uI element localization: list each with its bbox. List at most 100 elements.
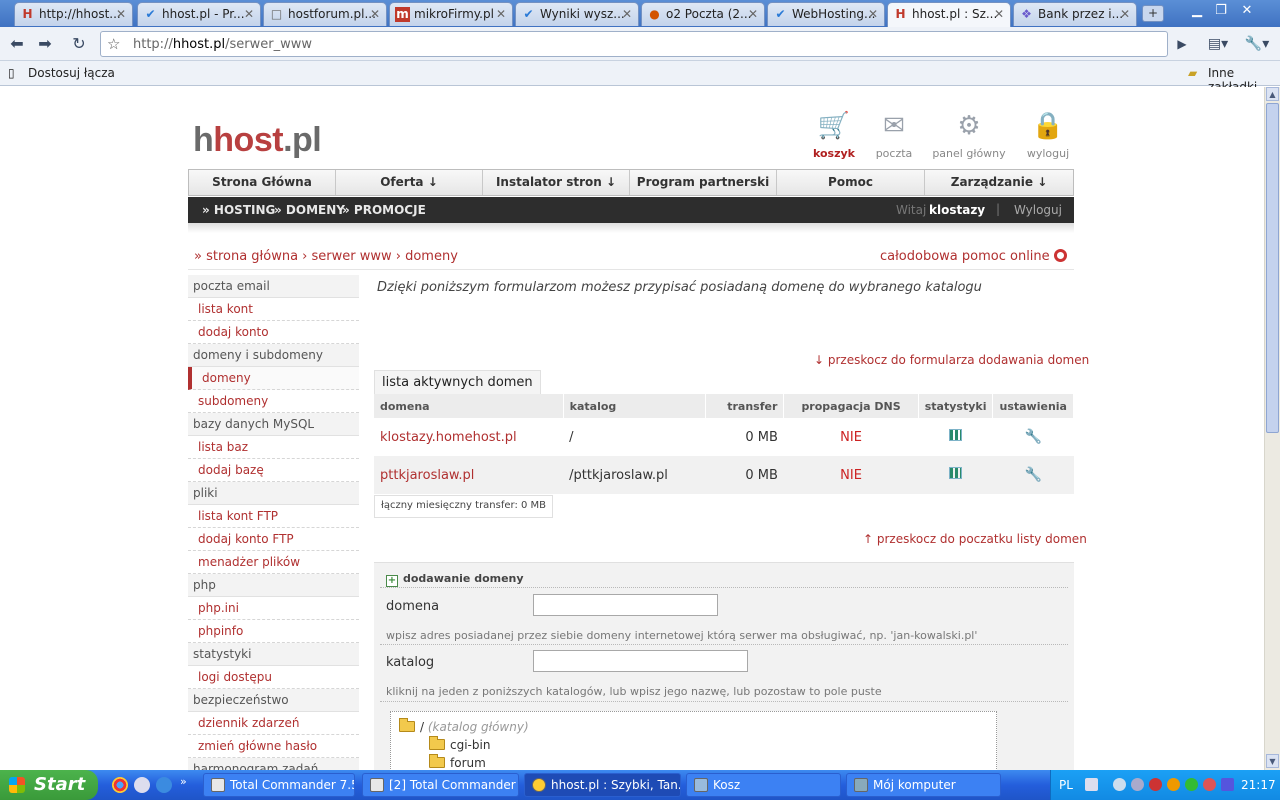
sidebar-item-phpinfo[interactable]: phpinfo <box>188 620 359 643</box>
nav-offer[interactable]: Oferta ↓ <box>336 170 483 195</box>
close-tab-icon[interactable]: ✕ <box>748 3 758 25</box>
more-quicklaunch-icon[interactable]: » <box>180 775 190 791</box>
taskbar-item-active[interactable]: hhost.pl : Szybki, Tan... <box>524 773 681 797</box>
mail-button[interactable]: ✉ poczta <box>859 109 929 160</box>
sidebar-item-add-ftp[interactable]: dodaj konto FTP <box>188 528 359 551</box>
taskbar-item[interactable]: Mój komputer <box>846 773 1001 797</box>
address-bar[interactable]: ☆ http://hhost.pl/serwer_www <box>100 31 1168 57</box>
tab-3[interactable]: □ hostforum.pl... ✕ <box>263 2 387 26</box>
sidebar-item-add-account[interactable]: dodaj konto <box>188 321 359 344</box>
close-window-icon[interactable]: ✕ <box>1236 2 1258 20</box>
tray-app-icon[interactable] <box>1221 778 1234 791</box>
taskbar-item[interactable]: Total Commander 7.5... <box>203 773 355 797</box>
close-tab-icon[interactable]: ✕ <box>622 3 632 25</box>
close-tab-icon[interactable]: ✕ <box>370 3 380 25</box>
scroll-thumb[interactable] <box>1266 103 1279 433</box>
tab-1[interactable]: Hhttp://hhost... ✕ <box>14 2 133 26</box>
tab-8-active[interactable]: Hhhost.pl : Sz... ✕ <box>887 2 1011 27</box>
tray-expand-icon[interactable] <box>1113 778 1126 791</box>
nav-partner[interactable]: Program partnerski <box>630 170 777 195</box>
nav-help[interactable]: Pomoc <box>777 170 925 195</box>
sidebar-item-ftp-list[interactable]: lista kont FTP <box>188 505 359 528</box>
tab-5[interactable]: ✔ Wyniki wysz... ✕ <box>515 2 639 26</box>
nav-manage[interactable]: Zarządzanie ↓ <box>925 170 1073 195</box>
page-menu-icon[interactable]: ▤▾ <box>1204 34 1232 56</box>
bookmarks-bar: ▯ Dostosuj łącza ▰ Inne zakładki <box>0 61 1280 94</box>
tray-app-icon[interactable] <box>1167 778 1180 791</box>
skip-to-top-link[interactable]: ↑ przeskocz do poczatku listy domen <box>863 532 1087 546</box>
taskbar-item[interactable]: Kosz <box>686 773 841 797</box>
page-scrollbar[interactable]: ▲ ▼ <box>1264 87 1280 770</box>
sidebar-item-account-list[interactable]: lista kont <box>188 298 359 321</box>
go-icon[interactable]: ▶ <box>1171 34 1193 56</box>
close-tab-icon[interactable]: ✕ <box>994 3 1004 25</box>
sidebar-item-subdomains[interactable]: subdomeny <box>188 390 359 413</box>
domain-link[interactable]: klostazy.homehost.pl <box>374 418 564 456</box>
tab-6[interactable]: ● o2 Poczta (2... ✕ <box>641 2 765 26</box>
tree-root[interactable]: / (katalog główny) <box>399 718 529 734</box>
sidebar-item-domains[interactable]: domeny <box>188 367 359 390</box>
close-tab-icon[interactable]: ✕ <box>244 3 254 25</box>
tab-2[interactable]: ✔ hhost.pl - Pr... ✕ <box>137 2 261 26</box>
domain-link[interactable]: pttkjaroslaw.pl <box>374 456 564 494</box>
customize-links[interactable]: Dostosuj łącza <box>28 66 115 80</box>
subnav-domains[interactable]: » DOMENY <box>274 203 345 217</box>
network-icon[interactable] <box>1131 778 1144 791</box>
sidebar-item-change-password[interactable]: zmień główne hasło <box>188 735 359 758</box>
new-tab-button[interactable]: + <box>1142 5 1164 22</box>
settings-wrench-icon[interactable]: 🔧 <box>1025 467 1042 483</box>
main-panel-button[interactable]: ⚙ panel główny <box>929 109 1009 160</box>
taskbar-item[interactable]: [2] Total Commander ... <box>362 773 519 797</box>
forward-icon[interactable]: ➡ <box>34 34 56 56</box>
keyboard-icon[interactable] <box>1085 778 1098 791</box>
start-button[interactable]: Start <box>0 770 98 800</box>
sidebar-item-file-manager[interactable]: menadżer plików <box>188 551 359 574</box>
back-icon[interactable]: ⬅ <box>6 34 28 56</box>
breadcrumb[interactable]: » strona główna › serwer www › domeny <box>194 249 458 264</box>
close-tab-icon[interactable]: ✕ <box>1120 3 1130 25</box>
tab-7[interactable]: ✔ WebHosting... ✕ <box>767 2 885 26</box>
chrome-icon[interactable] <box>112 777 128 793</box>
nav-installer[interactable]: Instalator stron ↓ <box>483 170 630 195</box>
sidebar-item-access-logs[interactable]: logi dostępu <box>188 666 359 689</box>
tray-app-icon[interactable] <box>1203 778 1216 791</box>
bookmark-star-icon[interactable]: ☆ <box>107 35 120 53</box>
antivirus-icon[interactable] <box>1149 778 1162 791</box>
subnav-promotions[interactable]: » PROMOCJE <box>342 203 426 217</box>
nav-home[interactable]: Strona Główna <box>189 170 336 195</box>
sidebar-item-php-ini[interactable]: php.ini <box>188 597 359 620</box>
explorer-icon[interactable] <box>134 777 150 793</box>
wrench-menu-icon[interactable]: 🔧▾ <box>1242 34 1272 56</box>
close-tab-icon[interactable]: ✕ <box>116 3 126 25</box>
sidebar-item-add-db[interactable]: dodaj bazę <box>188 459 359 482</box>
tab-4[interactable]: m mikroFirmy.pl ✕ <box>389 2 513 26</box>
settings-wrench-icon[interactable]: 🔧 <box>1025 429 1042 445</box>
scroll-up-icon[interactable]: ▲ <box>1266 87 1279 101</box>
stats-chart-icon[interactable] <box>949 467 963 479</box>
tab-label: hhost.pl - Pr... <box>162 7 245 21</box>
maximize-icon[interactable]: ❐ <box>1210 2 1232 20</box>
directory-input[interactable] <box>533 650 748 672</box>
tree-item-forum[interactable]: forum <box>429 754 486 770</box>
tree-item-cgi-bin[interactable]: cgi-bin <box>429 736 490 752</box>
online-help-link[interactable]: całodobowa pomoc online <box>880 249 1067 264</box>
site-logo[interactable]: hhost.pl <box>193 121 322 160</box>
tray-app-icon[interactable] <box>1185 778 1198 791</box>
domain-input[interactable] <box>533 594 718 616</box>
sidebar-item-db-list[interactable]: lista baz <box>188 436 359 459</box>
close-tab-icon[interactable]: ✕ <box>868 3 878 25</box>
close-tab-icon[interactable]: ✕ <box>496 3 506 25</box>
reload-icon[interactable]: ↻ <box>68 34 90 56</box>
subnav-hosting[interactable]: » HOSTING <box>202 203 275 217</box>
scroll-down-icon[interactable]: ▼ <box>1266 754 1279 768</box>
logout-top-button[interactable]: 🔒 wyloguj <box>1013 109 1083 160</box>
internet-explorer-icon[interactable] <box>156 777 172 793</box>
sidebar-item-event-log[interactable]: dziennik zdarzeń <box>188 712 359 735</box>
language-indicator[interactable]: PL <box>1059 778 1073 792</box>
stats-chart-icon[interactable] <box>949 429 963 441</box>
tab-9[interactable]: ❖ Bank przez i... ✕ <box>1013 2 1137 26</box>
skip-to-form-link[interactable]: ↓ przeskocz do formularza dodawania dome… <box>814 353 1089 367</box>
minimize-icon[interactable]: ▁ <box>1186 2 1208 20</box>
clock[interactable]: 21:17 <box>1241 778 1276 792</box>
logout-link[interactable]: Wyloguj <box>1014 203 1062 217</box>
